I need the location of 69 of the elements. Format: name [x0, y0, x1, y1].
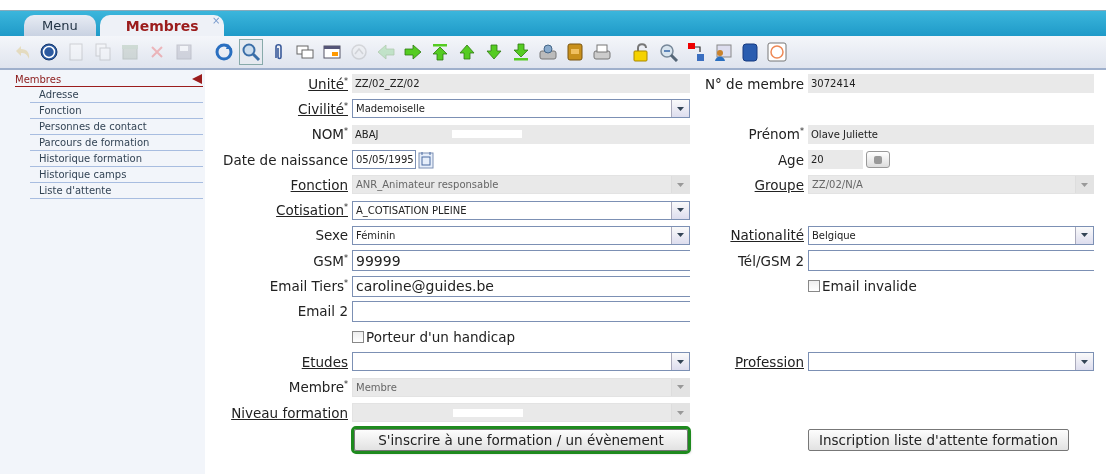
sidebar-item[interactable]: Historique camps	[30, 167, 203, 183]
caret-icon	[677, 208, 684, 213]
collapse-icon[interactable]	[191, 73, 203, 85]
dropdown-field[interactable]: Mademoiselle	[352, 99, 690, 119]
caret-icon	[677, 359, 684, 364]
caret-icon	[677, 106, 684, 111]
dropdown-field[interactable]: Féminin	[352, 225, 690, 245]
sidebar-item[interactable]: Fonction	[30, 103, 203, 119]
dropdown-button[interactable]	[1075, 353, 1093, 371]
field-link-label[interactable]: Etudes	[210, 353, 348, 370]
dropdown-field[interactable]	[808, 352, 1094, 372]
dropdown-field[interactable]: A_COTISATION PLEINE	[352, 200, 690, 220]
field-link-label[interactable]: Cotisation$^{*}$	[210, 202, 348, 219]
sidebar-item[interactable]: Personnes de contact	[30, 119, 203, 135]
field-label: Date de naissance	[222, 151, 348, 168]
dropdown-button[interactable]	[671, 100, 689, 118]
caret-icon	[677, 233, 684, 238]
field-label: Sexe	[314, 227, 348, 244]
field-label: Tél/GSM 2	[736, 252, 804, 269]
dropdown-button[interactable]	[671, 201, 689, 219]
caret-icon	[677, 385, 684, 390]
dropdown-field[interactable]	[352, 352, 690, 372]
field-link-label[interactable]: Profession	[694, 353, 804, 370]
field-label: N° de membre	[703, 75, 804, 92]
sidebar-item[interactable]: Historique formation	[30, 151, 203, 167]
checkbox-label: Porteur d'un handicap	[366, 328, 516, 345]
dropdown-button[interactable]	[671, 353, 689, 371]
field-label: NOM$^{*}$	[310, 126, 348, 143]
sidebar-item[interactable]: Adresse	[30, 87, 203, 103]
field-label: Email 2	[296, 303, 348, 320]
field-label: Prénom$^{*}$	[747, 126, 804, 143]
input-field[interactable]: caroline@guides.be	[352, 275, 690, 297]
checkbox-label: Email invalide	[822, 278, 917, 294]
field-label: Membre$^{*}$	[287, 379, 348, 396]
caret-icon	[677, 410, 684, 415]
action-button[interactable]: Inscription liste d'attente formation	[808, 429, 1069, 452]
input-field[interactable]	[808, 250, 1094, 272]
field-label: Email Tiers$^{*}$	[268, 278, 348, 294]
caret-icon	[1081, 233, 1088, 238]
tab[interactable]: Menu	[24, 15, 96, 36]
sidebar-item[interactable]: Parcours de formation	[30, 135, 203, 151]
field-link-label[interactable]: Civilité$^{*}$	[210, 100, 348, 117]
readonly-field: Olave Juliette	[808, 124, 1094, 144]
sidebar-item[interactable]: Liste d'attente	[30, 183, 203, 199]
caret-icon	[1081, 182, 1088, 187]
calculate-button[interactable]	[866, 151, 890, 169]
readonly-field: ZZ/02_ZZ/02	[352, 74, 690, 94]
field-link-label[interactable]: Unité$^{*}$	[210, 75, 348, 92]
field-label: Age	[776, 151, 804, 168]
search-icon[interactable]	[239, 39, 263, 65]
caret-icon	[677, 182, 684, 187]
sidebar-heading[interactable]: Membres	[15, 73, 62, 85]
calendar-icon[interactable]	[418, 150, 434, 169]
dropdown-button[interactable]	[1075, 226, 1093, 244]
dropdown-button[interactable]	[671, 226, 689, 244]
field-label: GSM$^{*}$	[312, 252, 348, 269]
readonly-field: 3072414	[808, 74, 1094, 94]
checkbox[interactable]	[808, 280, 820, 292]
readonly-field: 20	[808, 150, 863, 170]
readonly-field: ABAJ	[352, 124, 690, 144]
tab[interactable]: Membres ×	[99, 15, 225, 36]
action-button[interactable]: S'inscrire à une formation / un évènement	[354, 429, 688, 452]
checkbox[interactable]	[352, 330, 364, 343]
caret-icon	[1081, 359, 1088, 364]
field-link-label[interactable]: Nationalité	[694, 227, 804, 244]
input-field[interactable]: 99999	[352, 250, 690, 272]
dropdown-field[interactable]: Belgique	[808, 225, 1094, 245]
input-field[interactable]	[352, 300, 690, 322]
date-field[interactable]: 05/05/1995	[352, 150, 416, 170]
